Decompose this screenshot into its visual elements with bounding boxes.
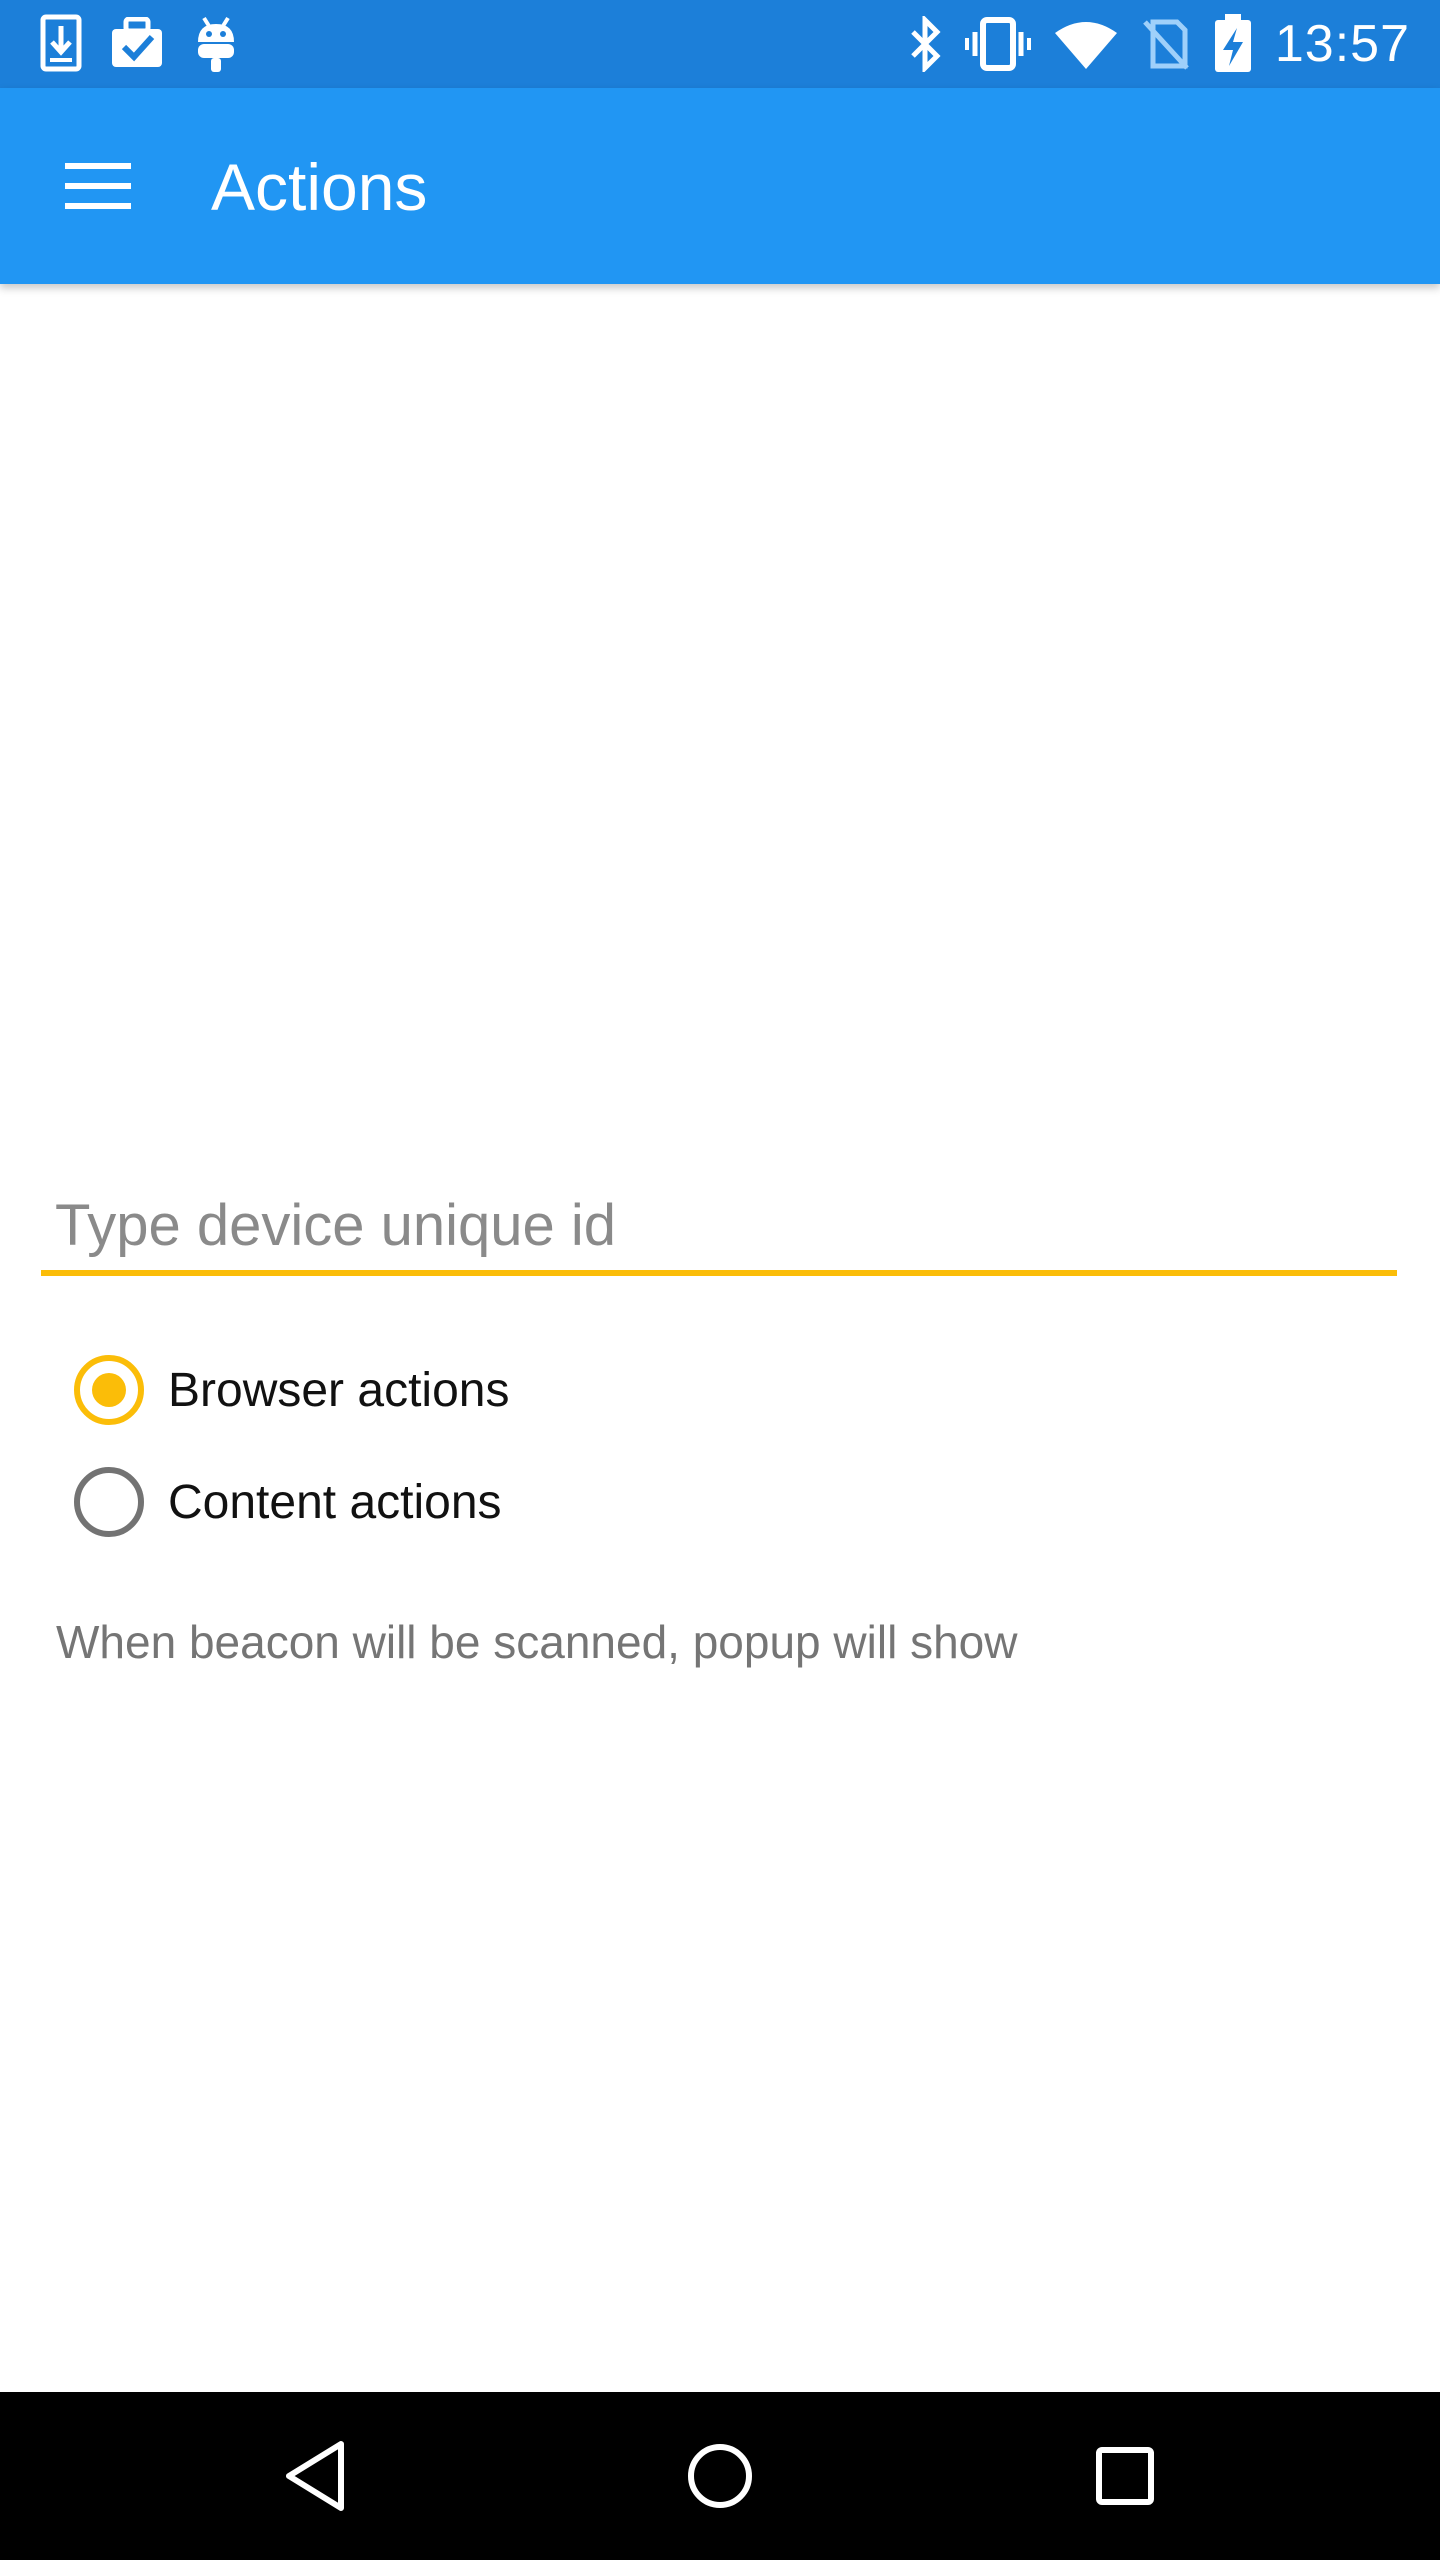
notification-icons	[40, 14, 238, 72]
bluetooth-icon	[911, 16, 941, 72]
home-icon	[688, 2444, 752, 2508]
home-button[interactable]	[670, 2426, 770, 2526]
battery-charging-icon	[1214, 14, 1251, 72]
briefcase-check-icon	[112, 17, 162, 67]
recents-button[interactable]	[1075, 2426, 1175, 2526]
page-title: Actions	[211, 150, 428, 224]
status-bar: 13:57	[0, 0, 1440, 88]
menu-icon	[65, 163, 131, 209]
recents-icon	[1096, 2447, 1154, 2505]
radio-label-browser-actions: Browser actions	[168, 1363, 510, 1417]
device-id-field-container	[41, 1180, 1397, 1280]
no-sim-icon	[1143, 19, 1189, 70]
radio-selected-icon[interactable]	[74, 1355, 144, 1425]
status-time: 13:57	[1274, 15, 1410, 73]
hint-text: When beacon will be scanned, popup will …	[56, 1616, 1018, 1668]
app-bar: Actions	[0, 88, 1440, 284]
radio-unselected-icon[interactable]	[74, 1467, 144, 1537]
radio-label-content-actions: Content actions	[168, 1475, 502, 1529]
vibrate-icon	[964, 17, 1031, 71]
screen: 13:57 Actions Browser actions Content ac…	[0, 0, 1440, 2560]
radio-content-actions[interactable]: Content actions	[74, 1462, 502, 1542]
system-status-icons: 13:57	[907, 10, 1410, 78]
wifi-icon	[1054, 22, 1117, 69]
back-icon	[286, 2441, 344, 2511]
back-button[interactable]	[265, 2426, 365, 2526]
device-id-input[interactable]	[41, 1180, 1397, 1276]
android-icon	[198, 16, 234, 72]
radio-browser-actions[interactable]: Browser actions	[74, 1350, 509, 1430]
navigation-bar	[0, 2392, 1440, 2560]
download-icon	[40, 14, 82, 72]
menu-button[interactable]	[48, 146, 148, 226]
